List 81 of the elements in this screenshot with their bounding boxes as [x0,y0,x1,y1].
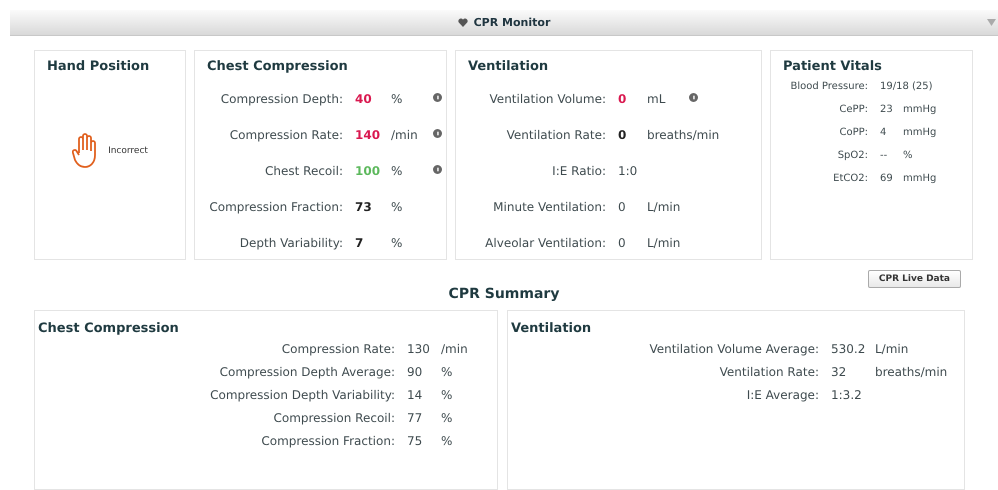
metric-value: 7 [355,236,364,250]
metric-label: I:E Ratio: [551,164,606,178]
metric-value: 100 [355,164,382,178]
metric-unit: breaths/min [875,365,948,379]
metric-value: 0 [618,92,628,106]
metric-unit: /min [441,342,469,356]
metric-label: Chest Recoil: [264,164,343,178]
card-title: Patient Vitals [783,59,883,74]
card-title: Chest Compression [207,59,349,74]
metric-value: 77 [407,411,424,425]
metric-unit: mmHg [903,104,936,115]
metric-unit: % [441,388,454,402]
metric-value: 0 [618,128,628,142]
metric-value: 1:3.2 [831,388,863,402]
info-icon[interactable] [689,92,698,102]
metric-label: Blood Pressure: [790,81,868,92]
card-title: Ventilation [511,321,592,336]
metric-value: 32 [831,365,848,379]
heart-icon [458,18,468,27]
section-title: CPR Summary [448,286,560,302]
metric-unit: % [391,164,404,178]
metric-unit: % [903,150,914,161]
metric-value: 90 [407,365,424,379]
metric-unit: L/min [647,200,682,214]
window-title: CPR Monitor [474,16,550,29]
metric-value: 23 [880,104,894,115]
card-title: Ventilation [468,59,550,74]
metric-unit: mmHg [903,127,936,138]
info-icon[interactable] [433,164,442,174]
metric-unit: mL [647,92,666,106]
metric-label: Ventilation Volume Average: [648,342,819,356]
metric-label: Compression Depth Average: [218,365,395,379]
metric-value: 75 [407,434,424,448]
metric-value: 140 [355,128,382,142]
metric-value: 4 [880,127,888,138]
card-title: Hand Position [47,59,150,74]
metric-value: 1:0 [618,164,638,178]
metric-value: 73 [355,200,373,214]
metric-label: I:E Average: [746,388,819,402]
live-data-button[interactable]: CPR Live Data [868,270,961,288]
info-icon[interactable] [433,128,442,138]
metric-label: Alveolar Ventilation: [484,236,606,250]
metric-unit: % [391,92,404,106]
metric-value: 530.2 [831,342,866,356]
metric-value: 130 [407,342,431,356]
metric-unit: % [441,434,454,448]
metric-unit: % [441,411,454,425]
metric-unit: L/min [875,342,910,356]
metric-value: 19/18 (25) [880,81,933,92]
hand-status: Incorrect [108,146,148,156]
metric-value: 0 [618,236,627,250]
metric-unit: L/min [647,236,682,250]
metric-unit: breaths/min [647,128,720,142]
metric-label: Compression Fraction: [260,434,395,448]
metric-label: SpO2: [836,150,868,161]
metric-label: CePP: [838,104,868,115]
metric-label: Compression Fraction: [208,200,343,214]
metric-label: Minute Ventilation: [492,200,606,214]
metric-value: 69 [880,173,894,184]
metric-value: 14 [407,388,424,402]
metric-value: 0 [618,200,627,214]
metric-label: Compression Rate: [280,342,395,356]
metric-unit: /min [391,128,419,142]
metric-unit: % [391,200,404,214]
metric-unit: % [391,236,404,250]
metric-label: Ventilation Rate: [506,128,606,142]
metric-unit: mmHg [903,173,936,184]
card-title: Chest Compression [38,321,180,336]
metric-label: EtCO2: [832,173,868,184]
metric-label: Compression Rate: [228,128,343,142]
metric-label: Ventilation Rate: [718,365,819,379]
metric-unit: % [441,365,454,379]
metric-value: 40 [355,92,373,106]
metric-label: Depth Variability: [238,236,343,250]
metric-label: Compression Depth Variability: [209,388,395,402]
metric-label: Compression Depth: [220,92,343,106]
metric-value: -- [880,150,888,161]
metric-label: Compression Recoil: [272,411,395,425]
metric-label: CoPP: [838,127,868,138]
info-icon[interactable] [433,92,442,102]
metric-label: Ventilation Volume: [488,92,606,106]
